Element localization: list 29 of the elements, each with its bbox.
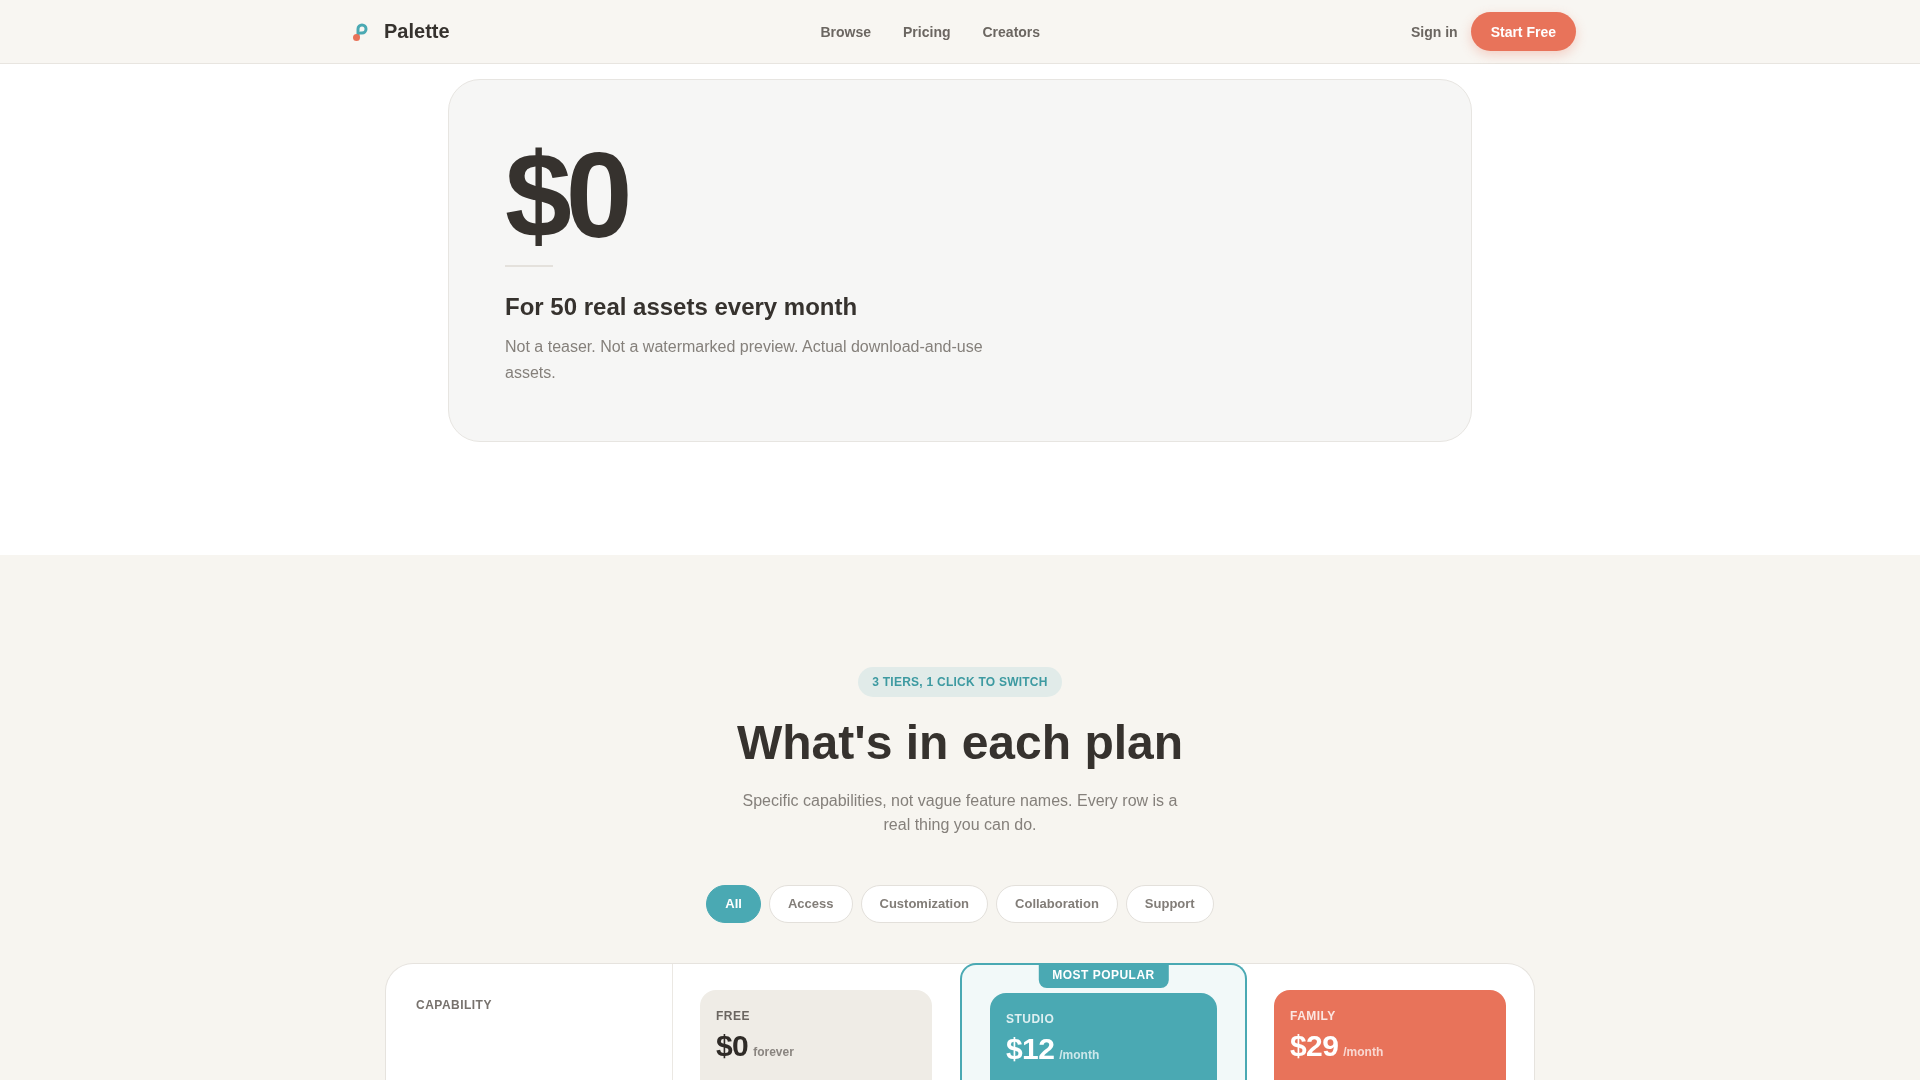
card-heading: For 50 real assets every month [505,292,859,322]
plan-price: $12 [1006,1031,1055,1067]
sign-in-link[interactable]: Sign in [1410,23,1458,40]
filter-chip[interactable]: Customization [860,885,989,923]
plan-price: $0 [716,1028,749,1064]
price-period: /month [1059,1048,1100,1062]
brand-link[interactable]: Palette [352,20,450,43]
nav-link[interactable]: Creators [982,23,1041,40]
section-title: What's in each plan [736,717,1184,770]
plan-price: $29 [1290,1028,1339,1064]
filter-chip[interactable]: Access [768,885,853,923]
most-popular-ribbon: MOST POPULAR [1038,963,1169,988]
section-eyebrow: 3 TIERS, 1 CLICK TO SWITCH [858,667,1062,698]
filter-chip[interactable]: Collaboration [996,885,1118,923]
plan-name: FAMILY [1290,1008,1336,1024]
column-header: CAPABILITY [416,998,492,1012]
price-period: /month [1343,1045,1384,1059]
nav-link[interactable]: Pricing [903,23,951,40]
logo-icon [352,22,368,41]
section-subtitle: Specific capabilities, not vague feature names. Every row is a real thing you can do. [741,791,1179,835]
plan-name: FREE [716,1008,750,1024]
price-amount: $0 [505,135,627,255]
card-description: Not a teaser. Not a watermarked preview. Actual download-and-use assets. [505,337,984,384]
filter-chip[interactable]: Support [1125,885,1214,923]
filter-chip[interactable]: All [706,885,761,923]
nav-link[interactable]: Browse [820,23,872,40]
plan-name: STUDIO [1006,1011,1055,1027]
start-free-button[interactable]: Start Free [1470,12,1576,51]
price-period: forever [753,1045,794,1059]
